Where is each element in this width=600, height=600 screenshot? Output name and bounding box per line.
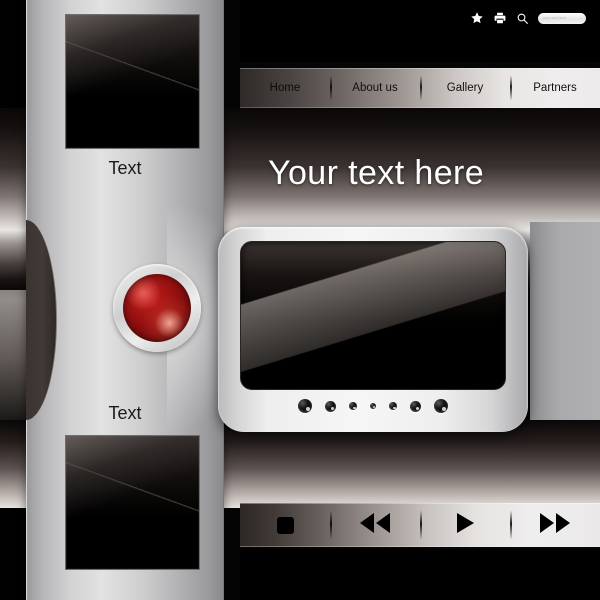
indicator-dot[interactable] [349, 402, 357, 410]
sidebar-thumbnail-top[interactable] [65, 14, 200, 149]
page-root: your text here Home About us Gallery Par… [0, 0, 600, 600]
play-button[interactable] [420, 504, 510, 546]
screen-indicator-dots [218, 399, 528, 413]
sidebar-thumbnail-top-label: Text [108, 158, 142, 178]
indicator-dot[interactable] [410, 400, 421, 412]
media-screen-panel [218, 227, 528, 432]
search-icon[interactable] [516, 12, 529, 25]
sidebar-thumbnail-bottom-label: Text [108, 403, 142, 423]
stop-icon [276, 516, 294, 534]
stop-button[interactable] [240, 504, 330, 546]
sidebar-notch [26, 220, 57, 420]
play-icon [455, 512, 475, 539]
printer-icon[interactable] [493, 11, 507, 25]
top-icon-group: your text here [470, 11, 586, 25]
nav-item-partners[interactable]: Partners [510, 82, 600, 94]
nav-item-about-us[interactable]: About us [330, 82, 420, 94]
indicator-dot[interactable] [325, 400, 336, 412]
rewind-icon [358, 512, 392, 539]
main-navigation: Home About us Gallery Partners [240, 68, 600, 108]
nav-item-gallery[interactable]: Gallery [420, 82, 510, 94]
indicator-dot[interactable] [389, 402, 397, 410]
red-round-button[interactable] [113, 264, 201, 352]
indicator-dot[interactable] [370, 403, 376, 409]
background-right-column [530, 222, 600, 422]
indicator-dot[interactable] [298, 399, 312, 413]
search-placeholder: your text here [543, 16, 567, 20]
star-icon[interactable] [470, 11, 484, 25]
fast-forward-button[interactable] [510, 504, 600, 546]
nav-item-home[interactable]: Home [240, 82, 330, 94]
top-bar: your text here [240, 0, 600, 62]
bottom-black-area [240, 549, 600, 600]
left-sidebar: Text Text [26, 0, 257, 600]
search-input[interactable]: your text here [538, 12, 586, 24]
screen-display[interactable] [240, 241, 506, 390]
hero-heading: Your text here [268, 154, 485, 192]
fast-forward-icon [538, 512, 572, 539]
indicator-dot[interactable] [434, 399, 448, 413]
sidebar-thumbnail-bottom[interactable] [65, 435, 200, 570]
red-button-face [123, 274, 191, 342]
media-control-bar [240, 503, 600, 547]
rewind-button[interactable] [330, 504, 420, 546]
